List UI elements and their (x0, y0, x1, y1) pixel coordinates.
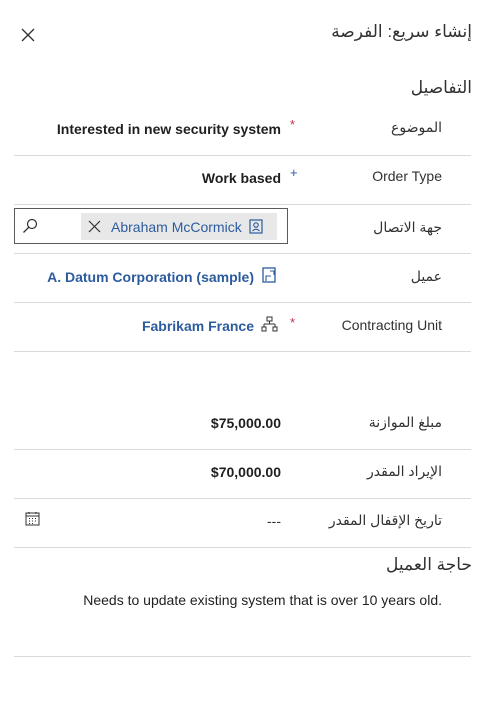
topic-label: الموضوع (391, 119, 442, 135)
budget-label: مبلغ الموازنة (368, 414, 442, 430)
close-icon[interactable] (88, 220, 101, 233)
required-marker: * (290, 117, 296, 132)
org-hierarchy-icon (261, 316, 278, 332)
divider (14, 351, 471, 352)
divider (14, 253, 471, 254)
est-close-date-field[interactable]: --- (267, 513, 281, 529)
contact-label: جهة الاتصال (373, 219, 442, 235)
contracting-unit-link[interactable]: Fabrikam France (142, 318, 254, 334)
order-type-label: Order Type (372, 168, 442, 184)
est-close-date-label: تاريخ الإقفال المقدر (328, 512, 442, 528)
divider (14, 547, 471, 548)
divider (14, 302, 471, 303)
recommended-marker: + (290, 165, 298, 180)
account-icon (262, 267, 276, 283)
section-title-details: التفاصيل (410, 78, 472, 97)
divider (14, 449, 471, 450)
page-title: إنشاء سريع: الفرصة (331, 22, 472, 41)
order-type-field[interactable]: Work based (202, 170, 281, 186)
divider (14, 155, 471, 156)
est-revenue-label: الإيراد المقدر (367, 463, 442, 479)
budget-field[interactable]: $75,000.00 (211, 415, 281, 431)
contracting-unit-label: Contracting Unit (341, 317, 442, 333)
customer-link[interactable]: A. Datum Corporation (sample) (47, 269, 254, 285)
divider (14, 204, 471, 205)
contact-chip-label[interactable]: Abraham McCormick (111, 219, 242, 235)
close-icon[interactable] (20, 27, 36, 43)
customer-need-text[interactable]: Needs to update existing system that is … (83, 592, 442, 608)
customer-label: عميل (410, 268, 442, 284)
contact-card-icon (249, 219, 263, 234)
est-revenue-field[interactable]: $70,000.00 (211, 464, 281, 480)
topic-field[interactable]: Interested in new security system (57, 121, 281, 137)
required-marker: * (290, 315, 296, 330)
divider (14, 498, 471, 499)
section-title-customer-need: حاجة العميل (386, 555, 472, 574)
calendar-icon[interactable] (25, 511, 40, 526)
search-icon[interactable] (22, 218, 38, 234)
divider (14, 656, 471, 657)
